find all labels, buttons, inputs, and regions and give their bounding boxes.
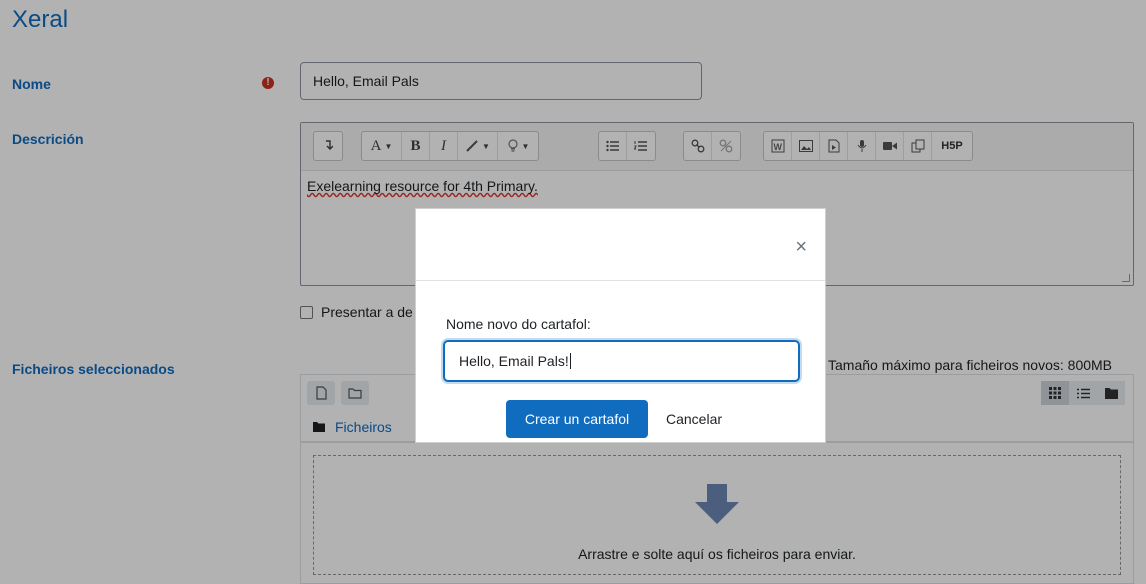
new-folder-dialog: × Nome novo do cartafol: Hello, Email Pa… — [415, 208, 826, 443]
create-folder-confirm-button[interactable]: Crear un cartafol — [506, 400, 648, 438]
modal-header: × — [416, 209, 825, 281]
close-icon[interactable]: × — [795, 237, 807, 257]
page: Xeral Nome ! Hello, Email Pals Descrició… — [0, 0, 1146, 584]
folder-name-input[interactable]: Hello, Email Pals! — [443, 340, 800, 382]
text-caret — [569, 353, 571, 369]
folder-name-label: Nome novo do cartafol: — [446, 316, 591, 332]
folder-name-value: Hello, Email Pals! — [459, 353, 569, 369]
cancel-button[interactable]: Cancelar — [660, 400, 728, 438]
